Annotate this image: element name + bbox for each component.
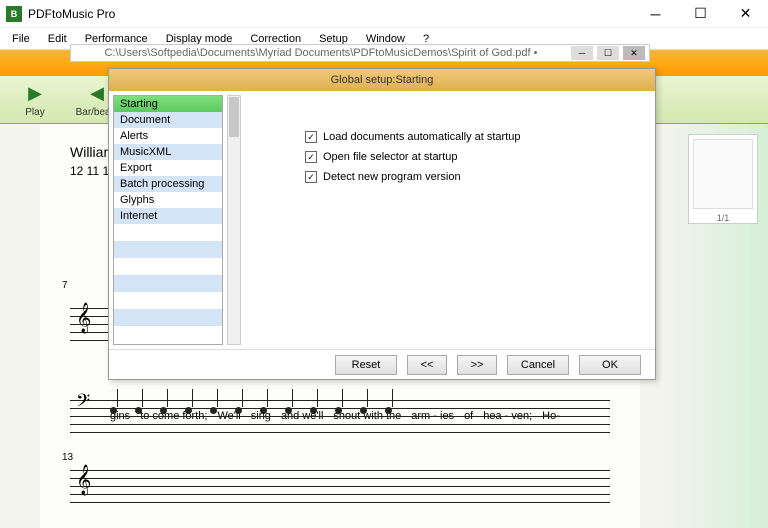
dialog-title: Global setup:Starting	[109, 69, 655, 91]
play-icon: ▶	[23, 81, 47, 105]
doc-maximize-button[interactable]: ☐	[597, 46, 619, 60]
options-panel: ✓ Load documents automatically at startu…	[245, 91, 655, 349]
ok-button[interactable]: OK	[579, 355, 641, 375]
label-open-selector: Open file selector at startup	[323, 151, 458, 163]
cancel-button[interactable]: Cancel	[507, 355, 569, 375]
maximize-button[interactable]: ☐	[678, 0, 723, 28]
reset-button[interactable]: Reset	[335, 355, 397, 375]
category-starting[interactable]: Starting	[114, 96, 222, 112]
category-document[interactable]: Document	[114, 112, 222, 128]
app-icon: B	[6, 6, 22, 22]
close-button[interactable]: ✕	[723, 0, 768, 28]
label-detect-version: Detect new program version	[323, 171, 461, 183]
dialog-button-row: Reset << >> Cancel OK	[109, 349, 655, 379]
category-list[interactable]: Starting Document Alerts MusicXML Export…	[113, 95, 223, 345]
category-internet[interactable]: Internet	[114, 208, 222, 224]
play-button[interactable]: ▶ Play	[10, 81, 60, 118]
next-button[interactable]: >>	[457, 355, 497, 375]
thumbnail-page-label: 1/1	[689, 213, 757, 223]
label-load-docs: Load documents automatically at startup	[323, 131, 521, 143]
prev-button[interactable]: <<	[407, 355, 447, 375]
checkbox-open-selector[interactable]: ✓	[305, 151, 317, 163]
category-alerts[interactable]: Alerts	[114, 128, 222, 144]
category-batch[interactable]: Batch processing	[114, 176, 222, 192]
score-system-2: 𝄢	[70, 390, 610, 450]
thumbnail-page-1[interactable]	[693, 139, 753, 209]
document-path: C:\Users\Softpedia\Documents\Myriad Docu…	[71, 47, 571, 59]
doc-close-button[interactable]: ✕	[623, 46, 645, 60]
score-system-3: 13 𝄞	[70, 460, 610, 520]
category-musicxml[interactable]: MusicXML	[114, 144, 222, 160]
category-export[interactable]: Export	[114, 160, 222, 176]
category-scrollbar[interactable]	[227, 95, 241, 345]
checkbox-load-docs[interactable]: ✓	[305, 131, 317, 143]
doc-minimize-button[interactable]: ─	[571, 46, 593, 60]
barbeats-icon: ◀	[85, 81, 109, 105]
category-glyphs[interactable]: Glyphs	[114, 192, 222, 208]
titlebar: B PDFtoMusic Pro ─ ☐ ✕	[0, 0, 768, 28]
checkbox-detect-version[interactable]: ✓	[305, 171, 317, 183]
minimize-button[interactable]: ─	[633, 0, 678, 28]
app-title: PDFtoMusic Pro	[28, 7, 115, 21]
thumbnail-panel: 1/1	[688, 134, 758, 224]
global-setup-dialog: Global setup:Starting Starting Document …	[108, 68, 656, 380]
document-titlebar: C:\Users\Softpedia\Documents\Myriad Docu…	[70, 44, 650, 62]
menu-file[interactable]: File	[4, 31, 38, 47]
play-label: Play	[25, 107, 44, 118]
